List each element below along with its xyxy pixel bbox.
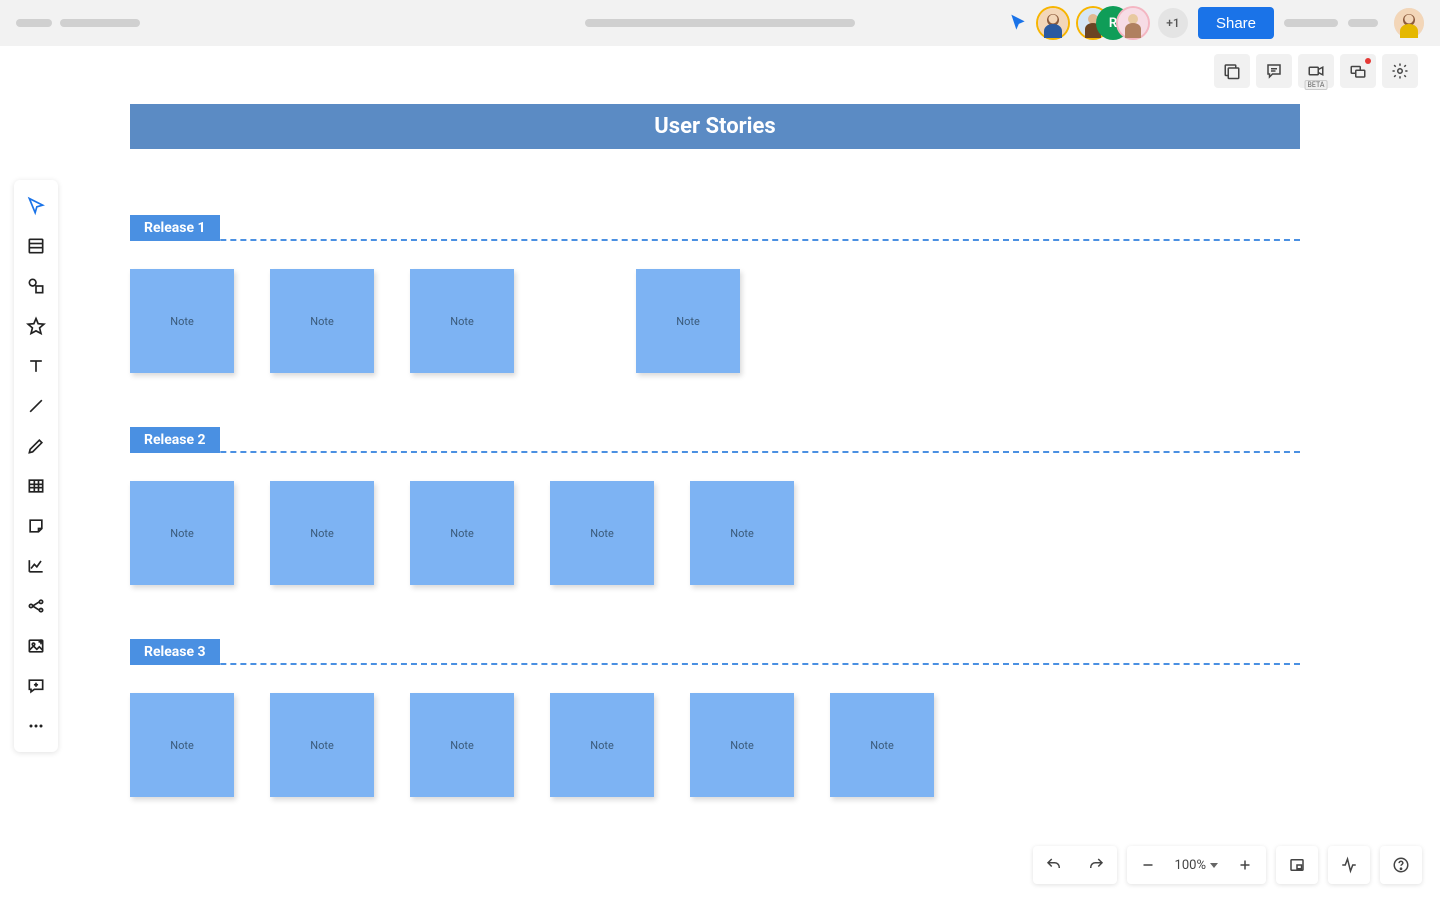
- section-label[interactable]: Release 1: [130, 215, 220, 241]
- chevron-down-icon: [1210, 863, 1218, 868]
- sticky-note[interactable]: Note: [690, 481, 794, 585]
- pen-tool[interactable]: [14, 426, 58, 466]
- sticky-note[interactable]: Note: [830, 693, 934, 797]
- zoom-in-button[interactable]: [1224, 846, 1266, 884]
- select-tool[interactable]: [14, 186, 58, 226]
- present-button[interactable]: [1340, 54, 1376, 88]
- connector-tool[interactable]: [14, 586, 58, 626]
- share-button[interactable]: Share: [1198, 7, 1274, 39]
- zoom-out-button[interactable]: [1127, 846, 1169, 884]
- collaborator-avatar[interactable]: [1038, 8, 1068, 38]
- comments-button[interactable]: [1256, 54, 1292, 88]
- line-tool[interactable]: [14, 386, 58, 426]
- table-tool[interactable]: [14, 466, 58, 506]
- help-button[interactable]: [1380, 846, 1422, 884]
- secondary-toolbar: BETA: [0, 46, 1440, 96]
- sticky-note[interactable]: Note: [130, 269, 234, 373]
- sticky-note[interactable]: Note: [410, 481, 514, 585]
- zoom-level[interactable]: 100%: [1169, 858, 1224, 873]
- release-section: Release 1 Note Note Note Note: [130, 215, 1300, 373]
- sticky-note[interactable]: Note: [130, 481, 234, 585]
- notes-row: Note Note Note Note: [130, 269, 1300, 373]
- minimap-button[interactable]: [1276, 846, 1318, 884]
- redo-button[interactable]: [1075, 846, 1117, 884]
- topbar-placeholder[interactable]: [1348, 19, 1378, 27]
- undo-button[interactable]: [1033, 846, 1075, 884]
- beta-badge: BETA: [1305, 80, 1328, 90]
- section-divider: [130, 451, 1300, 453]
- collaborator-avatar-stack: R: [1078, 8, 1148, 38]
- bottom-bar: 100%: [1033, 846, 1422, 884]
- notes-row: Note Note Note Note Note Note: [130, 693, 1300, 797]
- section-label[interactable]: Release 3: [130, 639, 220, 665]
- comment-tool[interactable]: [14, 666, 58, 706]
- note-gap: [550, 269, 600, 373]
- board-content: User Stories Release 1 Note Note Note No…: [130, 104, 1300, 797]
- sticky-note[interactable]: Note: [270, 481, 374, 585]
- sticky-note[interactable]: Note: [130, 693, 234, 797]
- chart-tool[interactable]: [14, 546, 58, 586]
- release-section: Release 2 Note Note Note Note Note: [130, 427, 1300, 585]
- sticky-note[interactable]: Note: [636, 269, 740, 373]
- more-tools[interactable]: [14, 706, 58, 746]
- section-label[interactable]: Release 2: [130, 427, 220, 453]
- topbar-right: R +1 Share: [1008, 7, 1424, 39]
- notification-dot-icon: [1365, 58, 1371, 64]
- notes-panel-button[interactable]: [1214, 54, 1250, 88]
- settings-button[interactable]: [1382, 54, 1418, 88]
- avatar-letter-text: R: [1109, 16, 1117, 31]
- board-title-bar[interactable]: User Stories: [130, 104, 1300, 149]
- star-tool[interactable]: [14, 306, 58, 346]
- menu-placeholder[interactable]: [60, 19, 140, 27]
- text-tool[interactable]: [14, 346, 58, 386]
- section-divider: [130, 663, 1300, 665]
- map-group: [1276, 846, 1318, 884]
- more-collaborators-badge[interactable]: +1: [1158, 8, 1188, 38]
- sticky-note[interactable]: Note: [270, 693, 374, 797]
- activity-button[interactable]: [1328, 846, 1370, 884]
- section-divider: [130, 239, 1300, 241]
- menu-area[interactable]: [16, 19, 140, 27]
- more-count: +1: [1166, 16, 1179, 30]
- release-section: Release 3 Note Note Note Note Note Note: [130, 639, 1300, 797]
- canvas[interactable]: User Stories Release 1 Note Note Note No…: [0, 96, 1440, 900]
- cursor-indicator-icon[interactable]: [1008, 13, 1028, 33]
- topbar: R +1 Share: [0, 0, 1440, 46]
- user-avatar[interactable]: [1394, 8, 1424, 38]
- sticky-note[interactable]: Note: [410, 693, 514, 797]
- collaborator-avatar[interactable]: [1118, 8, 1148, 38]
- sticky-note[interactable]: Note: [690, 693, 794, 797]
- video-button[interactable]: BETA: [1298, 54, 1334, 88]
- sticky-note[interactable]: Note: [550, 481, 654, 585]
- sticky-note[interactable]: Note: [550, 693, 654, 797]
- image-tool[interactable]: [14, 626, 58, 666]
- shapes-tool[interactable]: [14, 266, 58, 306]
- sticky-note-tool[interactable]: [14, 506, 58, 546]
- topbar-placeholder[interactable]: [1284, 19, 1338, 27]
- zoom-group: 100%: [1127, 846, 1266, 884]
- document-title-placeholder[interactable]: [585, 19, 855, 27]
- sticky-note[interactable]: Note: [410, 269, 514, 373]
- help-group: [1380, 846, 1422, 884]
- undo-redo-group: [1033, 846, 1117, 884]
- activity-group: [1328, 846, 1370, 884]
- templates-tool[interactable]: [14, 226, 58, 266]
- zoom-text: 100%: [1175, 858, 1206, 873]
- sticky-note[interactable]: Note: [270, 269, 374, 373]
- menu-placeholder[interactable]: [16, 19, 52, 27]
- left-toolbox: [14, 180, 58, 752]
- notes-row: Note Note Note Note Note: [130, 481, 1300, 585]
